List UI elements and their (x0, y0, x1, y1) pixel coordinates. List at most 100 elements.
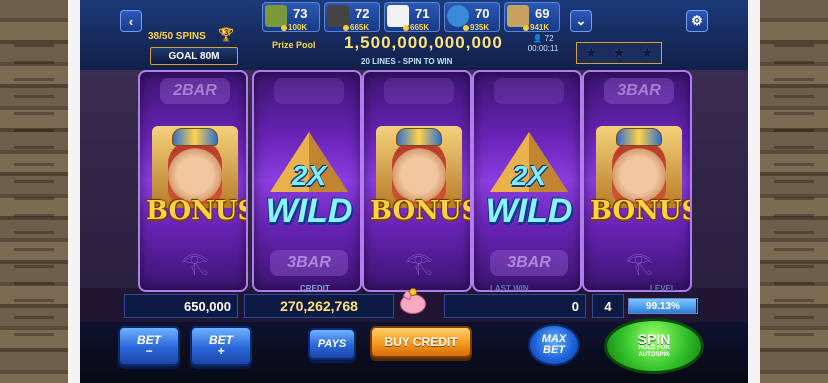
crown-icon (396, 128, 442, 146)
coin-icon (523, 24, 529, 31)
player-rank: 70 (475, 6, 490, 21)
scarab-ghost (384, 78, 454, 104)
eye-of-horus-icon: 𓂀 (181, 250, 209, 275)
wild-multiplier: 2X (511, 160, 547, 191)
player-coins: 935K (463, 23, 489, 32)
coin-icon (409, 288, 417, 296)
level-label: LEVEL (650, 284, 676, 293)
left-pillar-decoration (0, 0, 68, 383)
level-progress-bar: 99.13% (628, 298, 698, 314)
back-button[interactable]: ‹ (120, 10, 142, 32)
players-info: 👤 72 00:00:11 (522, 34, 564, 54)
max-bet-button[interactable]: MAX BET (528, 324, 580, 366)
leaderboard-player-1[interactable]: 73 100K (262, 2, 320, 32)
bet-value-field: 650,000 (124, 294, 238, 318)
cleopatra-icon (612, 140, 666, 204)
gear-icon: ⚙ (691, 13, 703, 28)
goal-badge: GOAL 80M (150, 47, 238, 65)
crown-icon (616, 128, 662, 146)
player-rank: 72 (355, 6, 370, 21)
player-coins: 941K (523, 23, 549, 32)
players-count: 72 (544, 34, 554, 43)
player-coins: 665K (343, 23, 369, 32)
chevron-left-icon: ‹ (128, 13, 134, 29)
right-frame-edge (748, 0, 760, 383)
ghost-symbol-top: 3BAR (604, 78, 674, 104)
coin-icon (403, 24, 409, 31)
stars-progress: ★ ★ ★ (576, 42, 662, 64)
wild-label: WILD (265, 192, 353, 230)
plus-icon: + (217, 344, 225, 358)
ghost-symbol-top: 2BAR (160, 78, 230, 104)
player-rank: 69 (535, 6, 550, 21)
coin-icon (343, 24, 349, 31)
reel-5: 3BAR BONUS 𓂀 (582, 70, 692, 292)
pays-label: PAYS (317, 337, 347, 350)
reel-3: BONUS 𓂀 (362, 70, 472, 292)
leaderboard-player-3[interactable]: 71 665K (384, 2, 440, 32)
bonus-symbol: BONUS (370, 126, 472, 242)
slot-game-screen: ‹ 73 100K 72 665K 71 665K 70 935K 69 941… (0, 0, 828, 383)
level-progress-text: 99.13% (646, 300, 680, 312)
leaderboard-player-5[interactable]: 69 941K (504, 2, 560, 32)
leaderboard-player-2[interactable]: 72 665K (324, 2, 380, 32)
ghost-symbol-bottom: 3BAR (490, 250, 568, 276)
spin-label: SPIN (637, 330, 671, 347)
eye-of-horus-icon: 𓂀 (625, 250, 653, 275)
leaderboard-toggle-button[interactable]: ⌄ (570, 10, 592, 32)
autospin-hint: HOLD FOR AUTOSPIN (638, 344, 670, 358)
last-win-field: 0 (444, 294, 586, 318)
last-win-value: 0 (571, 298, 579, 314)
person-icon: 👤 (532, 34, 543, 43)
scarab-ghost (274, 78, 344, 104)
cleopatra-icon (392, 140, 446, 204)
bonus-symbol: BONUS (590, 126, 692, 242)
wild-symbol: 2X WILD (480, 126, 578, 242)
minus-icon: − (145, 344, 153, 358)
bonus-label: BONUS (370, 196, 472, 226)
spin-button[interactable]: SPIN HOLD FOR AUTOSPIN (604, 318, 704, 374)
eye-of-horus-icon: 𓂀 (405, 250, 433, 275)
hieroglyph-pattern (14, 30, 54, 350)
star-icon: ★ (583, 45, 599, 62)
bet-minus-button[interactable]: BET − (118, 326, 180, 366)
player-coins: 665K (403, 23, 429, 32)
ghost-symbol-bottom: 3BAR (270, 250, 348, 276)
spins-counter: 38/50 SPINS (148, 31, 206, 42)
wild-multiplier: 2X (291, 160, 327, 191)
chevron-down-icon: ⌄ (575, 13, 587, 28)
leaderboard-player-4[interactable]: 70 935K (444, 2, 500, 32)
credit-value: 270,262,768 (280, 298, 358, 314)
bonus-symbol: BONUS (146, 126, 246, 242)
reel-2: 2X WILD 3BAR (252, 70, 362, 292)
prize-pool-label: Prize Pool (272, 40, 316, 50)
countdown-timer: 00:00:11 (527, 44, 559, 53)
reel-1: 2BAR BONUS 𓂀 (138, 70, 248, 292)
cleopatra-icon (168, 140, 222, 204)
star-icon: ★ (611, 45, 627, 62)
coin-icon (463, 24, 469, 31)
level-number-field: 4 (592, 294, 624, 318)
bet-plus-button[interactable]: BET + (190, 326, 252, 366)
right-pillar-decoration (760, 0, 828, 383)
pays-button[interactable]: PAYS (308, 328, 356, 360)
player-rank: 73 (293, 6, 308, 21)
bonus-label: BONUS (590, 196, 692, 226)
star-icon: ★ (639, 45, 655, 62)
max-bet-label: MAX BET (541, 333, 567, 356)
wild-symbol: 2X WILD (260, 126, 358, 242)
piggy-bank-icon[interactable] (398, 288, 428, 318)
buy-credit-button[interactable]: BUY CREDIT (370, 326, 472, 358)
scarab-ghost (494, 78, 564, 104)
left-frame-edge (68, 0, 80, 383)
prize-pool-value: 1,500,000,000,000 (344, 33, 503, 52)
lines-info: 20 LINES - SPIN TO WIN (361, 57, 453, 66)
settings-button[interactable]: ⚙ (686, 10, 708, 32)
hieroglyph-pattern (774, 30, 814, 350)
player-rank: 71 (415, 6, 430, 21)
reel-4: 2X WILD 3BAR (472, 70, 582, 292)
credit-value-field: 270,262,768 (244, 294, 394, 318)
last-win-label: LAST WIN (490, 284, 529, 293)
credit-label: CREDIT (300, 284, 330, 293)
coin-icon (281, 24, 287, 31)
